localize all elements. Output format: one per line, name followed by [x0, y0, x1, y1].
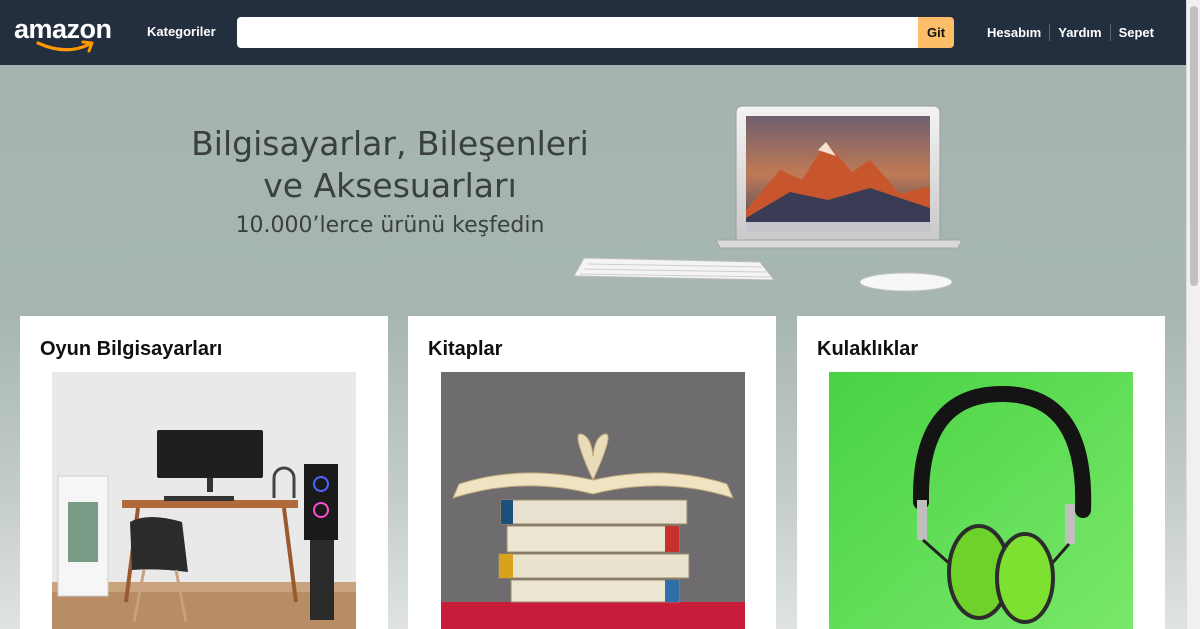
hero-text: Bilgisayarlar, Bileşenleri ve Aksesuarla… [190, 123, 590, 243]
books-stack-image[interactable] [441, 372, 745, 629]
page-scrollbar[interactable] [1186, 0, 1200, 629]
categories-menu[interactable]: Kategoriler [147, 24, 216, 39]
search-input[interactable] [237, 17, 918, 48]
header-nav: Hesabım Yardım Sepet [979, 24, 1162, 41]
smile-arrow-icon [36, 40, 94, 53]
nav-cart-link[interactable]: Sepet [1109, 24, 1162, 41]
nav-account-link[interactable]: Hesabım [979, 24, 1049, 41]
nav-help-link[interactable]: Yardım [1049, 24, 1109, 41]
hero-title-line1: Bilgisayarlar, Bileşenleri [191, 124, 589, 163]
card-title: Kulaklıklar [817, 338, 919, 360]
search-go-button[interactable]: Git [918, 17, 954, 48]
category-card-books[interactable]: Kitaplar [408, 316, 776, 629]
category-card-gaming-pc[interactable]: Oyun Bilgisayarları [20, 316, 388, 629]
top-header: amazon Kategoriler Git Hesabım Yardım Se… [0, 0, 1186, 65]
headphones-image[interactable] [829, 372, 1133, 629]
card-title: Kitaplar [428, 338, 503, 360]
category-card-headphones[interactable]: Kulaklıklar [797, 316, 1165, 629]
hero-title-line2: ve Aksesuarları [263, 166, 517, 205]
laptop-keyboard-mouse-image [573, 105, 963, 292]
amazon-logo[interactable]: amazon [14, 14, 114, 54]
card-title: Oyun Bilgisayarları [40, 338, 223, 360]
hero-subtitle: 10.000’lerce ürünü keşfedin [235, 213, 545, 238]
gaming-desk-image[interactable] [52, 372, 356, 629]
scrollbar-thumb[interactable] [1190, 6, 1198, 286]
